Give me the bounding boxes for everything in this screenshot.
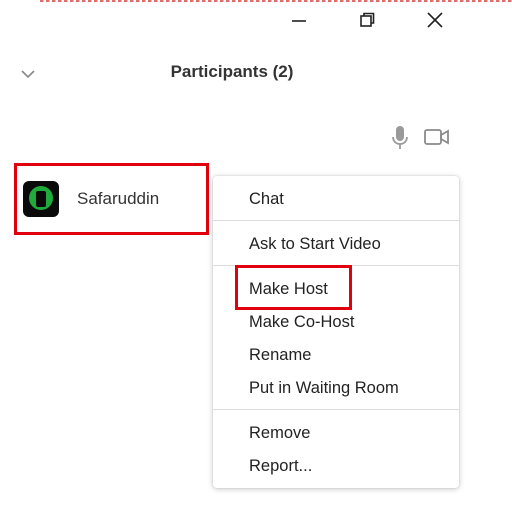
minimize-icon: [292, 20, 306, 22]
mute-all-button[interactable]: [390, 125, 410, 156]
menu-divider: [213, 409, 459, 410]
menu-item-ask-to-start-video[interactable]: Ask to Start Video: [249, 235, 381, 254]
menu-divider: [213, 220, 459, 221]
participant-name: Safaruddin: [77, 189, 160, 208]
restore-button[interactable]: [355, 8, 379, 32]
video-button[interactable]: [424, 128, 450, 151]
menu-divider: [213, 265, 459, 266]
restore-icon: [360, 12, 375, 27]
menu-item-rename[interactable]: Rename: [249, 346, 311, 365]
participant-row[interactable]: Safaruddin: [14, 163, 209, 235]
avatar: [23, 181, 59, 217]
video-camera-icon: [424, 129, 449, 145]
top-dashed-border: [40, 0, 512, 2]
minimize-button[interactable]: [287, 8, 311, 32]
microphone-icon: [392, 126, 408, 149]
menu-item-report[interactable]: Report...: [249, 457, 312, 476]
participant-context-menu: Chat Ask to Start Video Make Host Make C…: [213, 176, 459, 488]
close-icon: [427, 12, 443, 28]
menu-item-put-in-waiting-room[interactable]: Put in Waiting Room: [249, 379, 399, 398]
menu-item-make-co-host[interactable]: Make Co-Host: [249, 313, 354, 332]
menu-item-chat[interactable]: Chat: [249, 190, 284, 209]
panel-title: Participants (2): [170, 62, 294, 81]
menu-item-make-host[interactable]: Make Host: [249, 280, 328, 299]
menu-item-remove[interactable]: Remove: [249, 424, 310, 443]
close-button[interactable]: [423, 8, 447, 32]
